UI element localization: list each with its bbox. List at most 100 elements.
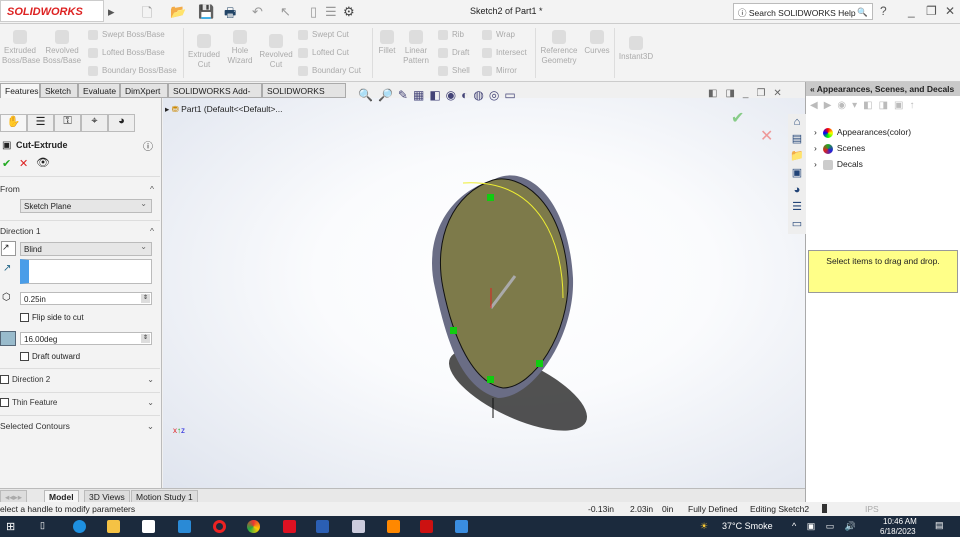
draft-angle-spinner[interactable]: ⇕ [141,334,150,343]
edge-icon[interactable] [73,520,86,533]
solidworks-taskbar-icon[interactable] [420,520,433,533]
clock-date[interactable]: 6/18/2023 [880,527,916,536]
ok-check-icon[interactable]: ✔ [2,157,11,170]
reference-geometry-button[interactable]: Reference Geometry [538,30,580,66]
extruded-boss-button[interactable]: Extruded Boss/Base [2,30,40,66]
revolved-boss-button[interactable]: Revolved Boss/Base [42,30,82,66]
hole-wizard-icon [233,30,247,44]
end-condition-select[interactable]: Blind [20,242,152,256]
rib-button[interactable]: Rib [438,30,464,40]
system-tray-icons[interactable]: ^ ▣ ▭ 🔊 [792,521,860,532]
close-icon[interactable]: ✕ [945,4,955,18]
clock-time[interactable]: 10:46 AM [883,517,917,526]
feature-manager-tab[interactable]: ✋ [0,114,27,132]
options-gear-icon[interactable]: ⚙ [343,4,355,20]
from-section-header[interactable]: From ^ [0,184,160,194]
new-icon[interactable]: 🗋 [142,4,152,26]
rebuild-indicator-icon[interactable] [822,504,827,513]
help-icon[interactable]: ⓘ [143,138,153,153]
extruded-cut-button[interactable]: Extruded Cut [186,34,222,70]
direction-selection-box[interactable] [20,259,152,284]
print-icon[interactable]: 🖶 [224,4,236,26]
save-icon[interactable]: 💾 [198,4,214,20]
graphics-area[interactable]: ▸ ⛃ Part1 (Default<<Default>... 🔍🔎✎▦◧◉◐◍… [163,88,805,488]
chrome-icon[interactable] [247,520,260,533]
draft-angle-input[interactable]: 16.00deg ⇕ [20,332,152,345]
swept-boss-button[interactable]: Swept Boss/Base [88,30,165,40]
photos-icon[interactable] [455,520,468,533]
flip-side-checkbox[interactable]: Flip side to cut [20,313,84,323]
depth-input[interactable]: 0.25in ⇕ [20,292,152,305]
curves-button[interactable]: Curves [582,30,612,56]
file-explorer-icon[interactable] [107,520,120,533]
boundary-cut-button[interactable]: Boundary Cut [298,66,361,76]
instant3d-button[interactable]: Instant3D [616,36,656,62]
swept-cut-button[interactable]: Swept Cut [298,30,349,40]
draft-outward-checkbox[interactable]: Draft outward [20,352,80,362]
word-icon[interactable] [316,520,329,533]
mail-icon[interactable] [178,520,191,533]
tab-evaluate[interactable]: Evaluate [78,83,120,98]
boundary-boss-button[interactable]: Boundary Boss/Base [88,66,177,76]
tab-addins[interactable]: SOLIDWORKS Add-Ins [168,83,262,106]
help-search-input[interactable]: ⓘ Search SOLIDWORKS Help 🔍 [733,3,873,20]
expand-menu-icon[interactable]: ▸ [108,4,115,20]
task-pane-tabs[interactable]: ⌂ ▤ 📁 ▣ ◕ ☰ ▭ [788,114,806,234]
property-manager-tab[interactable]: ☰ [27,114,54,132]
notifications-icon[interactable]: ▤ [935,520,944,531]
thin-feature-section[interactable]: Thin Feature ⌄ [0,398,160,408]
minimize-icon[interactable]: _ [908,4,915,18]
fillet-button[interactable]: Fillet [375,30,399,56]
reverse-direction-icon[interactable]: ↗ [1,241,16,256]
unit-system[interactable]: IPS [865,504,879,514]
opera-icon[interactable] [213,520,226,533]
mirror-button[interactable]: Mirror [482,66,517,76]
selected-contours-section[interactable]: Selected Contours ⌄ [0,421,160,431]
select-icon[interactable]: ↖ [280,4,291,20]
status-sketch-state: Fully Defined [688,504,738,514]
open-icon[interactable]: 📂 [170,4,186,20]
tree-item-appearances[interactable]: › Appearances(color) [814,127,911,138]
configuration-manager-tab[interactable]: ⚿ [54,114,81,132]
vlc-icon[interactable] [387,520,400,533]
tree-item-scenes[interactable]: › Scenes [814,143,865,154]
file-properties-icon[interactable]: ☰ [325,4,337,20]
start-icon[interactable]: ⊞ [6,520,15,533]
lofted-boss-button[interactable]: Lofted Boss/Base [88,48,165,58]
intersect-button[interactable]: Intersect [482,48,527,58]
dimxpert-manager-tab[interactable]: ⌖ [81,114,108,132]
tab-dimxpert[interactable]: DimXpert [120,83,168,98]
from-select[interactable]: Sketch Plane [20,199,152,213]
help-menu-icon[interactable]: ? [880,4,887,18]
task-pane-nav[interactable]: ◀▶◉▾◧◨▣↑ [810,100,920,111]
restore-icon[interactable]: ❐ [926,4,937,18]
display-manager-tab[interactable]: ◕ [108,114,135,132]
depth-spinner[interactable]: ⇕ [141,294,150,303]
cancel-x-icon[interactable]: ✕ [19,157,28,170]
linear-pattern-button[interactable]: Linear Pattern [400,30,432,66]
direction1-section-header[interactable]: Direction 1 ^ [0,226,160,236]
draft-button[interactable]: Draft [438,48,469,58]
store-icon[interactable] [142,520,155,533]
shell-button[interactable]: Shell [438,66,470,76]
rebuild-icon[interactable]: ▯ [310,4,317,20]
tab-mbd[interactable]: SOLIDWORKS MBD [262,83,346,106]
acrobat-icon[interactable] [283,520,296,533]
revolved-cut-button[interactable]: Revolved Cut [258,34,294,70]
solidworks-logo[interactable]: SOLIDWORKS [0,0,104,22]
tab-sketch[interactable]: Sketch [40,83,78,98]
search-icon[interactable]: 🔍 [857,7,868,18]
tree-item-decals[interactable]: › Decals [814,159,863,170]
weather-icon: ☀ [700,521,709,531]
tab-features[interactable]: Features [0,83,40,98]
undo-icon[interactable]: ↶ [252,4,263,20]
draft-toggle-icon[interactable] [0,331,16,346]
hole-wizard-button[interactable]: Hole Wizard [225,30,255,66]
wrap-button[interactable]: Wrap [482,30,515,40]
app-icon[interactable] [352,520,365,533]
direction2-section[interactable]: Direction 2 ⌄ [0,375,160,385]
weather-text[interactable]: 37°C Smoke [722,521,773,531]
lofted-cut-button[interactable]: Lofted Cut [298,48,349,58]
task-view-icon[interactable]: ▯ [40,520,45,531]
preview-eye-icon[interactable]: 👁 [36,156,50,169]
